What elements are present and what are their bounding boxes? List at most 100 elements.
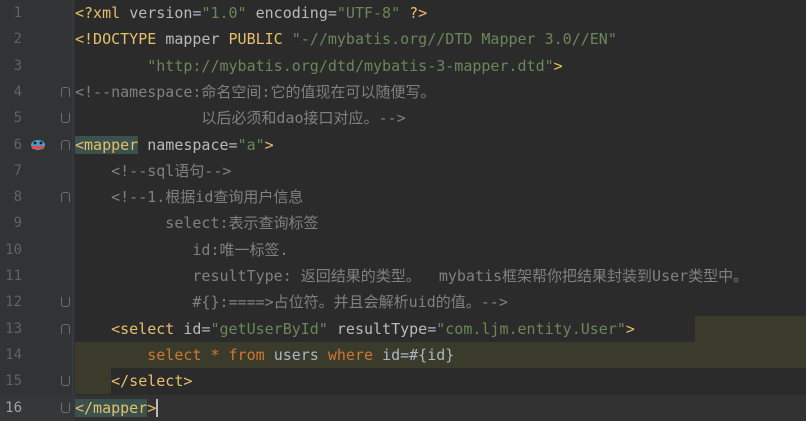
code-token: resultType [336, 319, 428, 338]
line-number: 4 [13, 83, 22, 100]
code-token: id [183, 319, 202, 338]
code-token: <!--namespace:命名空间:它的值现在可以随便写。 [75, 82, 436, 101]
code-token: version [129, 4, 193, 22]
code-text[interactable]: </mapper> [75, 395, 159, 421]
code-line[interactable]: 6 <mapper namespace="a"> [0, 132, 806, 158]
code-token: #{}:====>占位符。并且会解析uid的值。--> [75, 293, 508, 312]
line-number: 7 [13, 162, 22, 179]
code-text[interactable]: select:表示查询标签 [75, 210, 319, 236]
code-line[interactable]: 2 <!DOCTYPE mapper PUBLIC "-//mybatis.org… [0, 26, 806, 52]
code-text[interactable]: <?xml version="1.0" encoding="UTF-8" ?> [75, 0, 427, 26]
code-editor[interactable]: 1 <?xml version="1.0" encoding="UTF-8" ?>… [0, 0, 806, 421]
text-cursor [156, 399, 159, 417]
code-line[interactable]: 14 select * from users where id=#{id} [0, 341, 806, 368]
code-token: </select> [111, 372, 193, 391]
code-token: <select [111, 319, 184, 338]
line-number: 10 [5, 241, 22, 258]
code-line[interactable]: 15 </select> [0, 368, 806, 395]
code-token: "http://mybatis.org/dtd/mybatis-3-mapper… [147, 56, 554, 75]
code-line[interactable]: 5 以后必须和dao接口对应。--> [0, 105, 806, 131]
code-text[interactable]: 以后必须和dao接口对应。--> [75, 105, 405, 131]
code-token: users [273, 345, 328, 364]
code-text[interactable]: <select id="getUserById" resultType="com… [75, 316, 635, 342]
code-token: <!--1.根据id查询用户信息 [111, 188, 304, 207]
fold-marker-icon[interactable] [61, 139, 70, 150]
code-line[interactable]: 13 <select id="getUserById" resultType="… [0, 315, 806, 342]
code-token: = [228, 135, 238, 154]
code-line[interactable]: 11 resultType: 返回结果的类型。 mybatis框架帮你把结果封装… [0, 263, 806, 289]
code-line[interactable]: 7 <!--sql语句--> [0, 158, 806, 184]
code-line[interactable]: 1 <?xml version="1.0" encoding="UTF-8" ?> [0, 0, 806, 26]
code-token: select:表示查询标签 [75, 214, 319, 233]
code-token: encoding [255, 4, 328, 22]
code-text[interactable]: <!--namespace:命名空间:它的值现在可以随便写。 [75, 79, 435, 105]
code-token: where [327, 345, 383, 364]
line-number: 5 [13, 110, 22, 127]
code-line[interactable]: 9 select:表示查询标签 [0, 210, 806, 236]
line-number: 13 [5, 320, 22, 337]
code-token: mapper [165, 30, 229, 49]
code-token: "com.ljm.entity.User" [436, 319, 626, 338]
code-text[interactable]: resultType: 返回结果的类型。 mybatis框架帮你把结果封装到Us… [75, 263, 748, 289]
code-token: id=#{id} [382, 345, 455, 364]
code-text[interactable]: </select> [75, 368, 192, 394]
code-token: <!DOCTYPE [75, 30, 166, 49]
code-token: ?> [409, 4, 428, 22]
fold-marker-icon[interactable] [61, 297, 70, 308]
fold-marker-icon[interactable] [61, 86, 70, 97]
code-line[interactable]: 16 </mapper> [0, 394, 806, 421]
code-token: resultType: 返回结果的类型。 mybatis框架帮你把结果封装到Us… [75, 267, 749, 285]
code-token: > [625, 319, 635, 338]
line-number: 15 [5, 373, 22, 390]
mybatis-bean-icon[interactable] [29, 137, 47, 153]
code-line[interactable]: 8 <!--1.根据id查询用户信息 [0, 184, 806, 210]
code-token: * [210, 345, 229, 364]
code-line[interactable]: 4 <!--namespace:命名空间:它的值现在可以随便写。 [0, 79, 806, 105]
code-token: > [147, 398, 157, 417]
code-text[interactable]: <!DOCTYPE mapper PUBLIC "-//mybatis.org/… [75, 26, 617, 52]
code-text[interactable]: id:唯一标签. [75, 237, 288, 263]
fold-marker-icon[interactable] [61, 402, 70, 413]
line-number: 12 [5, 294, 22, 311]
fold-marker-icon[interactable] [61, 113, 70, 124]
code-text[interactable]: #{}:====>占位符。并且会解析uid的值。--> [75, 289, 508, 315]
line-number: 6 [13, 136, 22, 153]
code-text[interactable]: select * from users where id=#{id} [75, 342, 454, 368]
line-number: 11 [5, 268, 22, 284]
code-token: "a" [237, 135, 265, 154]
code-token: <!--sql语句--> [111, 161, 232, 180]
code-token: from [228, 345, 274, 364]
line-number: 14 [5, 346, 22, 363]
code-line[interactable]: 10 id:唯一标签. [0, 237, 806, 263]
code-text[interactable]: <!--sql语句--> [75, 158, 231, 184]
code-token: > [553, 56, 563, 75]
code-line[interactable]: 3 "http://mybatis.org/dtd/mybatis-3-mapp… [0, 53, 806, 79]
code-token: select [147, 345, 211, 364]
code-token: </mapper [75, 398, 148, 417]
code-line[interactable]: 12 #{}:====>占位符。并且会解析uid的值。--> [0, 289, 806, 315]
fold-marker-icon[interactable] [61, 323, 70, 334]
code-token: > [264, 135, 274, 154]
code-text[interactable]: "http://mybatis.org/dtd/mybatis-3-mapper… [75, 53, 563, 79]
line-number: 1 [13, 5, 22, 21]
fold-marker-icon[interactable] [61, 376, 70, 387]
code-token: = [427, 319, 437, 338]
code-token: <mapper [75, 135, 139, 154]
code-token: = [327, 4, 337, 22]
code-text[interactable]: <!--1.根据id查询用户信息 [75, 184, 303, 210]
fold-marker-icon[interactable] [61, 192, 70, 203]
code-token: "-//mybatis.org//DTD Mapper 3.0//EN" [291, 30, 617, 49]
code-token: "1.0" [201, 4, 247, 22]
code-text[interactable]: <mapper namespace="a"> [75, 132, 274, 158]
line-number: 16 [5, 399, 22, 416]
code-token: <?xml [75, 4, 130, 22]
line-number: 9 [13, 215, 22, 232]
